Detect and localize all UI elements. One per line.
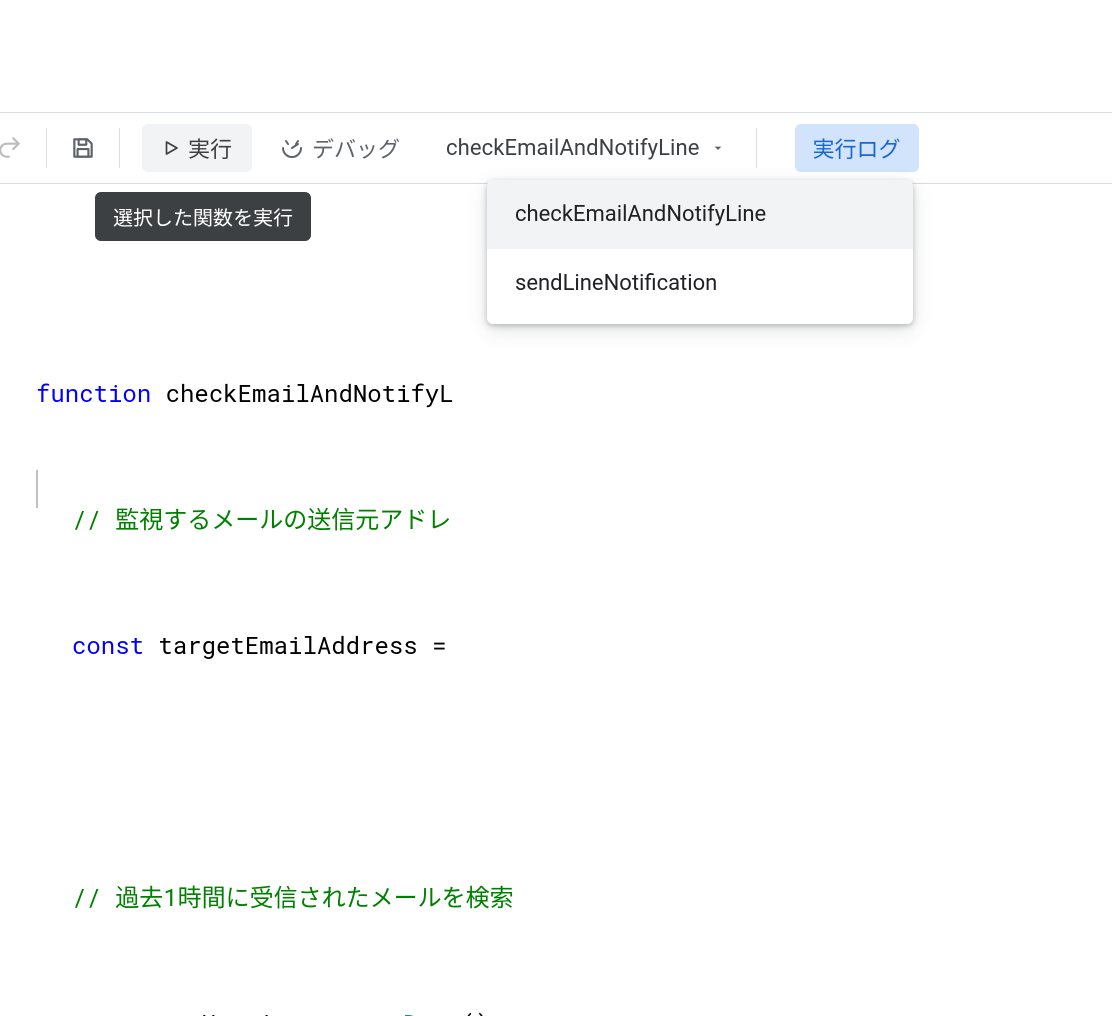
debug-icon [280, 136, 304, 160]
toolbar-divider [119, 128, 120, 168]
code-line: function checkEmailAndNotifyL [36, 372, 1112, 414]
play-icon [162, 139, 180, 157]
function-dropdown: checkEmailAndNotifyLine sendLineNotifica… [487, 180, 913, 324]
function-select[interactable]: checkEmailAndNotifyLine [432, 124, 740, 172]
execution-log-label: 実行ログ [813, 132, 901, 164]
code-line: // 監視するメールの送信元アドレ [36, 498, 1112, 540]
dropdown-item-label: sendLineNotification [515, 271, 717, 296]
save-button[interactable] [63, 128, 103, 168]
code-line: const targetEmailAddress = [36, 624, 1112, 666]
function-select-label: checkEmailAndNotifyLine [446, 136, 700, 161]
indent-guide [36, 470, 38, 508]
toolbar-divider [46, 128, 47, 168]
toolbar: 実行 デバッグ checkEmailAndNotifyLine 実行ログ [0, 112, 1112, 184]
run-label: 実行 [188, 132, 232, 164]
toolbar-divider [756, 128, 757, 168]
execution-log-button[interactable]: 実行ログ [795, 124, 919, 172]
tooltip-text: 選択した関数を実行 [113, 206, 293, 230]
tooltip: 選択した関数を実行 [95, 192, 311, 241]
debug-button[interactable]: デバッグ [262, 124, 418, 172]
code-line [36, 750, 1112, 792]
dropdown-item[interactable]: checkEmailAndNotifyLine [487, 180, 913, 249]
debug-label: デバッグ [312, 132, 400, 164]
dropdown-item-label: checkEmailAndNotifyLine [515, 202, 766, 227]
chevron-down-icon [710, 140, 726, 156]
run-button[interactable]: 実行 [142, 124, 252, 172]
dropdown-item[interactable]: sendLineNotification [487, 249, 913, 318]
code-line: // 過去1時間に受信されたメールを検索 [36, 876, 1112, 918]
redo-button[interactable] [0, 128, 30, 168]
code-line: const oneHourAgo = new Date(); [36, 1002, 1112, 1016]
